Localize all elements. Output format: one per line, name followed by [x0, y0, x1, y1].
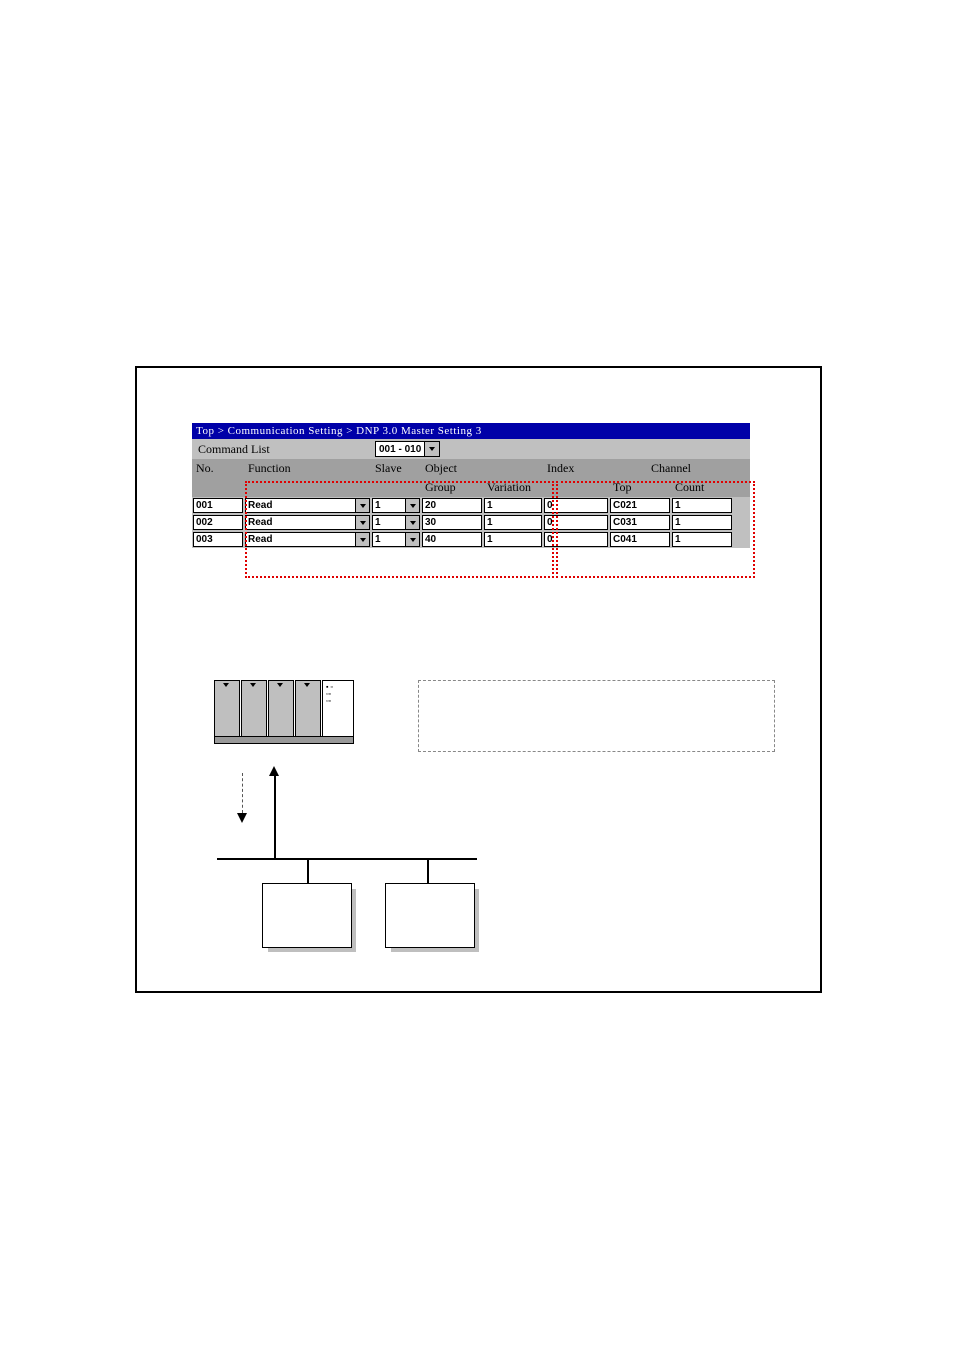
range-value: 001 - 010 [376, 444, 424, 455]
col-top: Top [609, 478, 671, 497]
count-field[interactable]: 1 [672, 498, 732, 513]
slave-select[interactable]: 1 [372, 515, 420, 530]
col-index: Index [543, 459, 609, 478]
count-field[interactable]: 1 [672, 515, 732, 530]
slave-select[interactable]: 1 [372, 532, 420, 547]
command-list-bar: Command List 001 - 010 [192, 439, 750, 459]
group-field[interactable]: 20 [422, 498, 482, 513]
chevron-down-icon[interactable] [406, 532, 420, 547]
function-select[interactable]: Read [245, 515, 370, 530]
drop-1 [307, 858, 309, 883]
table-row: 002Read13010C0311 [192, 514, 750, 531]
device-illustration: ▪ ▫▫▫▫▫ [214, 680, 354, 745]
bus-main [217, 858, 477, 860]
top-field[interactable]: C041 [610, 532, 670, 547]
slave-box-1 [262, 883, 357, 953]
variation-field[interactable]: 1 [484, 515, 542, 530]
chevron-down-icon[interactable] [356, 498, 370, 513]
request-line [242, 773, 243, 813]
count-field[interactable]: 1 [672, 532, 732, 547]
group-field[interactable]: 30 [422, 515, 482, 530]
chevron-down-icon[interactable] [356, 515, 370, 530]
col-count: Count [671, 478, 733, 497]
response-line [274, 773, 276, 823]
drop-2 [427, 858, 429, 883]
variation-field[interactable]: 1 [484, 498, 542, 513]
note-box [418, 680, 775, 752]
arrow-down-icon [237, 813, 247, 823]
chevron-down-icon[interactable] [406, 515, 420, 530]
chevron-down-icon[interactable] [406, 498, 420, 513]
breadcrumb: Top > Communication Setting > DNP 3.0 Ma… [192, 423, 750, 439]
col-channel: Channel [609, 459, 733, 478]
no-field[interactable]: 003 [193, 532, 243, 547]
table-header-row2: Group Variation Top Count [192, 478, 750, 497]
bus-stub [274, 823, 276, 858]
index-field[interactable]: 0 [544, 532, 608, 547]
col-variation: Variation [483, 478, 543, 497]
chevron-down-icon[interactable] [424, 442, 439, 456]
range-select[interactable]: 001 - 010 [375, 441, 440, 457]
col-slave: Slave [371, 459, 421, 478]
col-object: Object [421, 459, 543, 478]
table-header-row1: No. Function Slave Object Index Channel [192, 459, 750, 478]
index-field[interactable]: 0 [544, 498, 608, 513]
function-select[interactable]: Read [245, 498, 370, 513]
slave-select[interactable]: 1 [372, 498, 420, 513]
arrow-up-icon [269, 766, 279, 776]
col-group: Group [421, 478, 483, 497]
col-function: Function [244, 459, 371, 478]
top-field[interactable]: C031 [610, 515, 670, 530]
table-row: 003Read14010C0411 [192, 531, 750, 548]
chevron-down-icon[interactable] [356, 532, 370, 547]
slave-box-2 [385, 883, 480, 953]
no-field[interactable]: 002 [193, 515, 243, 530]
command-list-label: Command List [194, 442, 375, 457]
variation-field[interactable]: 1 [484, 532, 542, 547]
table-body: 001Read12010C0211002Read13010C0311003Rea… [192, 497, 750, 548]
table-row: 001Read12010C0211 [192, 497, 750, 514]
function-select[interactable]: Read [245, 532, 370, 547]
index-field[interactable]: 0 [544, 515, 608, 530]
group-field[interactable]: 40 [422, 532, 482, 547]
col-no: No. [192, 459, 244, 478]
no-field[interactable]: 001 [193, 498, 243, 513]
settings-panel: Top > Communication Setting > DNP 3.0 Ma… [192, 423, 750, 548]
top-field[interactable]: C021 [610, 498, 670, 513]
figure-frame: Top > Communication Setting > DNP 3.0 Ma… [135, 366, 822, 993]
